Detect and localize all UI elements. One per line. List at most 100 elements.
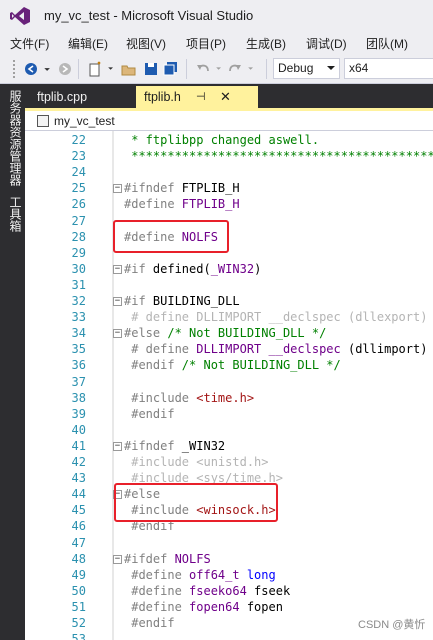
toolbox-tab[interactable]: 工具箱 (4, 196, 22, 232)
new-project-icon[interactable] (86, 59, 104, 79)
code-line[interactable]: 37 (25, 375, 433, 391)
collapse-toggle-icon[interactable]: − (113, 329, 122, 339)
menu-project[interactable]: 项目(P) (186, 35, 226, 52)
chevron-down-icon (327, 66, 335, 70)
collapse-toggle-icon[interactable]: − (113, 441, 122, 451)
redo-dropdown-icon[interactable] (244, 59, 262, 79)
collapse-toggle-icon[interactable]: − (113, 297, 122, 306)
code-token: #endif (124, 406, 175, 421)
code-token: off64_t (189, 567, 240, 582)
close-icon[interactable]: ✕ (220, 89, 231, 105)
code-token: /* Not BUILDING_DLL */ (167, 326, 327, 341)
menu-team[interactable]: 团队(M) (366, 35, 408, 52)
code-text: #ifndef _WIN32 (124, 439, 225, 453)
collapse-toggle-icon[interactable]: − (113, 554, 122, 564)
code-token: fopen (239, 599, 283, 614)
code-text: #else /* Not BUILDING_DLL */ (124, 326, 326, 340)
code-line[interactable]: 26 #define FTPLIB_H (25, 197, 433, 213)
redo-icon[interactable] (226, 59, 244, 79)
line-number: 45 (71, 503, 86, 518)
undo-icon[interactable] (194, 59, 212, 79)
code-line[interactable]: 49 #define off64_t long (25, 568, 433, 584)
menu-edit[interactable]: 编辑(E) (68, 35, 108, 52)
code-line[interactable]: 27 (25, 214, 433, 230)
pin-icon[interactable]: ⊣ (196, 90, 206, 103)
code-line[interactable]: 40 (25, 423, 433, 439)
menu-debug[interactable]: 调试(D) (306, 35, 347, 52)
code-line[interactable]: 23 *************************************… (25, 149, 433, 165)
code-line[interactable]: 47 (25, 536, 433, 552)
code-editor[interactable]: 22 * ftplibpp changed aswell. 23 ********… (25, 131, 433, 640)
code-line[interactable]: 53 (25, 632, 433, 640)
menu-file[interactable]: 文件(F) (10, 35, 49, 52)
code-text: ****************************************… (124, 149, 433, 163)
code-token: #if (124, 294, 153, 308)
code-line[interactable]: 31 (25, 278, 433, 294)
code-line[interactable]: 24 (25, 165, 433, 181)
code-line[interactable]: 42 #include <unistd.h> (25, 455, 433, 471)
line-number: 41 (71, 438, 86, 453)
code-line[interactable]: 50 #define fseeko64 fseek (25, 584, 433, 600)
code-token: #else (124, 326, 168, 341)
document-tab-strip: ftplib.cpp ftplib.h ⊣ ✕ (25, 84, 433, 110)
line-number: 27 (71, 213, 86, 228)
code-line[interactable]: 32 − #if BUILDING_DLL (25, 294, 433, 310)
code-line[interactable]: 38 #include <time.h> (25, 391, 433, 407)
code-line[interactable]: 35 # define DLLIMPORT __declspec (dllimp… (25, 342, 433, 358)
code-token: ****************************************… (131, 149, 433, 164)
code-line[interactable]: 28 #define NOLFS (25, 230, 433, 246)
back-icon[interactable] (22, 59, 40, 79)
code-text: #include <time.h> (124, 391, 254, 405)
line-number: 42 (71, 455, 86, 469)
code-line[interactable]: 33 # define DLLIMPORT __declspec (dllexp… (25, 310, 433, 326)
solution-platform-select[interactable]: x64 (344, 58, 433, 79)
toolbar-grip[interactable] (12, 59, 16, 79)
collapse-toggle-icon[interactable]: − (113, 264, 122, 274)
line-number: 32 (71, 294, 86, 308)
save-icon[interactable] (142, 59, 160, 79)
code-line[interactable]: 36 #endif /* Not BUILDING_DLL */ (25, 358, 433, 374)
code-line[interactable]: 29 (25, 246, 433, 262)
menu-view[interactable]: 视图(V) (126, 35, 166, 52)
code-token: defined( (152, 261, 211, 276)
code-token: <time.h> (196, 390, 255, 405)
toolbar-separator (78, 59, 79, 79)
tab-ftplib-cpp[interactable]: ftplib.cpp (29, 86, 129, 110)
forward-icon[interactable] (56, 59, 74, 79)
collapse-toggle-icon[interactable]: − (113, 184, 122, 194)
code-line[interactable]: 51 #define fopen64 fopen (25, 600, 433, 616)
line-number: 47 (71, 535, 86, 550)
code-line[interactable]: 48 − #ifdef NOLFS (25, 552, 433, 568)
line-number: 44 (71, 487, 86, 502)
line-number: 29 (71, 245, 86, 260)
save-all-icon[interactable] (162, 59, 180, 79)
code-line[interactable]: 34 − #else /* Not BUILDING_DLL */ (25, 326, 433, 342)
tab-ftplib-h[interactable]: ftplib.h ⊣ ✕ (136, 86, 258, 110)
code-token: # define (124, 342, 197, 357)
menu-build[interactable]: 生成(B) (246, 35, 286, 52)
code-token: FTPLIB_H (181, 197, 240, 212)
code-line[interactable]: 22 * ftplibpp changed aswell. (25, 133, 433, 149)
side-tool-strip: 服务器资源管理器 工具箱 (0, 84, 25, 640)
code-line[interactable]: 30 − #if defined(_WIN32) (25, 262, 433, 278)
line-number: 51 (71, 599, 86, 614)
open-folder-icon[interactable] (120, 59, 138, 79)
project-scope-dropdown[interactable]: my_vc_test (54, 114, 115, 128)
code-text: # define DLLIMPORT __declspec (dllexport… (124, 310, 427, 324)
code-line[interactable]: 39 #endif (25, 407, 433, 423)
code-line[interactable]: 25 − #ifndef FTPLIB_H (25, 181, 433, 197)
code-token: #ifndef (124, 438, 182, 453)
code-text: #if BUILDING_DLL (124, 294, 240, 308)
line-number: 22 (71, 133, 86, 147)
menu-bar: 文件(F) 编辑(E) 视图(V) 项目(P) 生成(B) 调试(D) 团队(M… (0, 32, 433, 54)
solution-configuration-select[interactable]: Debug (273, 58, 340, 79)
server-explorer-tab[interactable]: 服务器资源管理器 (4, 90, 22, 186)
code-token: #define (124, 567, 190, 582)
code-text: * ftplibpp changed aswell. (124, 133, 319, 147)
line-number: 36 (71, 358, 86, 373)
code-token: #ifdef (124, 551, 175, 566)
line-number: 40 (71, 422, 86, 437)
tab-label: ftplib.cpp (37, 90, 88, 104)
navigation-bar: my_vc_test (25, 111, 433, 131)
code-line[interactable]: 41 − #ifndef _WIN32 (25, 439, 433, 455)
